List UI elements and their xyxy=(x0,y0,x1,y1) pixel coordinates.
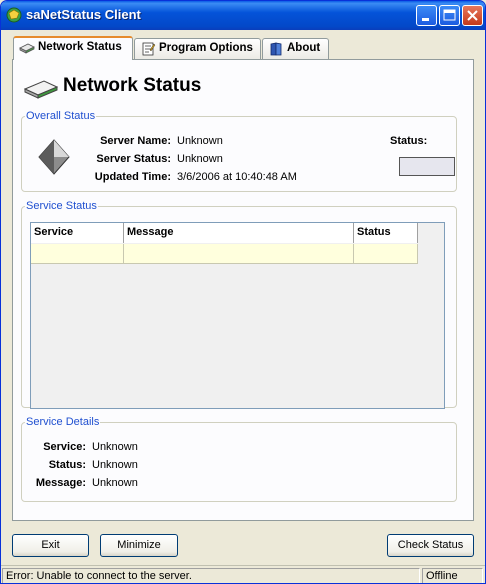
cell-service xyxy=(31,244,124,264)
maximize-icon xyxy=(443,9,456,21)
status-indicator xyxy=(399,157,455,176)
window-title: saNetStatus Client xyxy=(26,7,141,22)
cell-message xyxy=(124,244,354,264)
tab-label: Program Options xyxy=(159,42,253,54)
app-logo-icon xyxy=(6,7,22,23)
updated-time-label: Updated Time: xyxy=(94,171,171,183)
title-bar[interactable]: saNetStatus Client xyxy=(1,1,485,30)
app-window: saNetStatus Client Network Status Progra… xyxy=(0,0,486,584)
message-value: Unknown xyxy=(92,477,138,489)
service-status-table[interactable]: Service Message Status xyxy=(30,222,445,409)
tab-label: About xyxy=(287,42,321,54)
column-header-status[interactable]: Status xyxy=(354,223,418,243)
network-drive-icon xyxy=(24,80,58,99)
connection-state: Offline xyxy=(422,568,483,583)
server-status-value: Unknown xyxy=(177,153,223,165)
service-label: Service: xyxy=(43,441,86,453)
detail-status-value: Unknown xyxy=(92,459,138,471)
tab-program-options[interactable]: Program Options xyxy=(134,38,261,59)
tab-label: Network Status xyxy=(38,41,122,53)
notepad-icon xyxy=(142,42,156,56)
drive-icon xyxy=(19,43,35,54)
minimize-window-button[interactable] xyxy=(416,5,437,26)
status-bar: Error: Unable to connect to the server. … xyxy=(1,565,485,583)
book-icon xyxy=(270,42,282,56)
service-details-group: Service Details Service: Unknown Status:… xyxy=(21,416,457,502)
check-status-button[interactable]: Check Status xyxy=(387,534,474,557)
server-name-label: Server Name: xyxy=(100,135,171,147)
column-header-service[interactable]: Service xyxy=(31,223,124,243)
group-legend: Overall Status xyxy=(26,110,96,122)
service-value: Unknown xyxy=(92,441,138,453)
page-title: Network Status xyxy=(63,75,202,96)
status-message: Error: Unable to connect to the server. xyxy=(2,568,420,583)
detail-status-label: Status: xyxy=(48,459,86,471)
network-status-panel: Network Status Overall Status Server Nam… xyxy=(12,59,474,521)
unknown-status-diamond-icon xyxy=(38,139,70,175)
server-status-label: Server Status: xyxy=(96,153,171,165)
tab-network-status[interactable]: Network Status xyxy=(13,36,133,60)
close-icon xyxy=(467,10,478,21)
group-legend: Service Status xyxy=(26,200,97,212)
maximize-window-button[interactable] xyxy=(439,5,460,26)
minimize-icon xyxy=(422,18,429,21)
minimize-button[interactable]: Minimize xyxy=(100,534,178,557)
tab-about[interactable]: About xyxy=(262,38,329,59)
cell-status xyxy=(354,244,418,264)
status-label: Status: xyxy=(390,135,428,147)
column-header-message[interactable]: Message xyxy=(124,223,354,243)
close-window-button[interactable] xyxy=(462,5,483,26)
group-legend: Service Details xyxy=(26,416,100,428)
server-name-value: Unknown xyxy=(177,135,223,147)
exit-button[interactable]: Exit xyxy=(12,534,89,557)
table-header: Service Message Status xyxy=(31,223,418,243)
message-label: Message: xyxy=(35,477,86,489)
service-status-group: Service Status Service Message Status xyxy=(21,200,457,409)
updated-time-value: 3/6/2006 at 10:40:48 AM xyxy=(177,171,297,183)
table-row[interactable] xyxy=(31,244,418,264)
overall-status-group: Overall Status Server Name: Unknown Serv… xyxy=(21,110,457,192)
